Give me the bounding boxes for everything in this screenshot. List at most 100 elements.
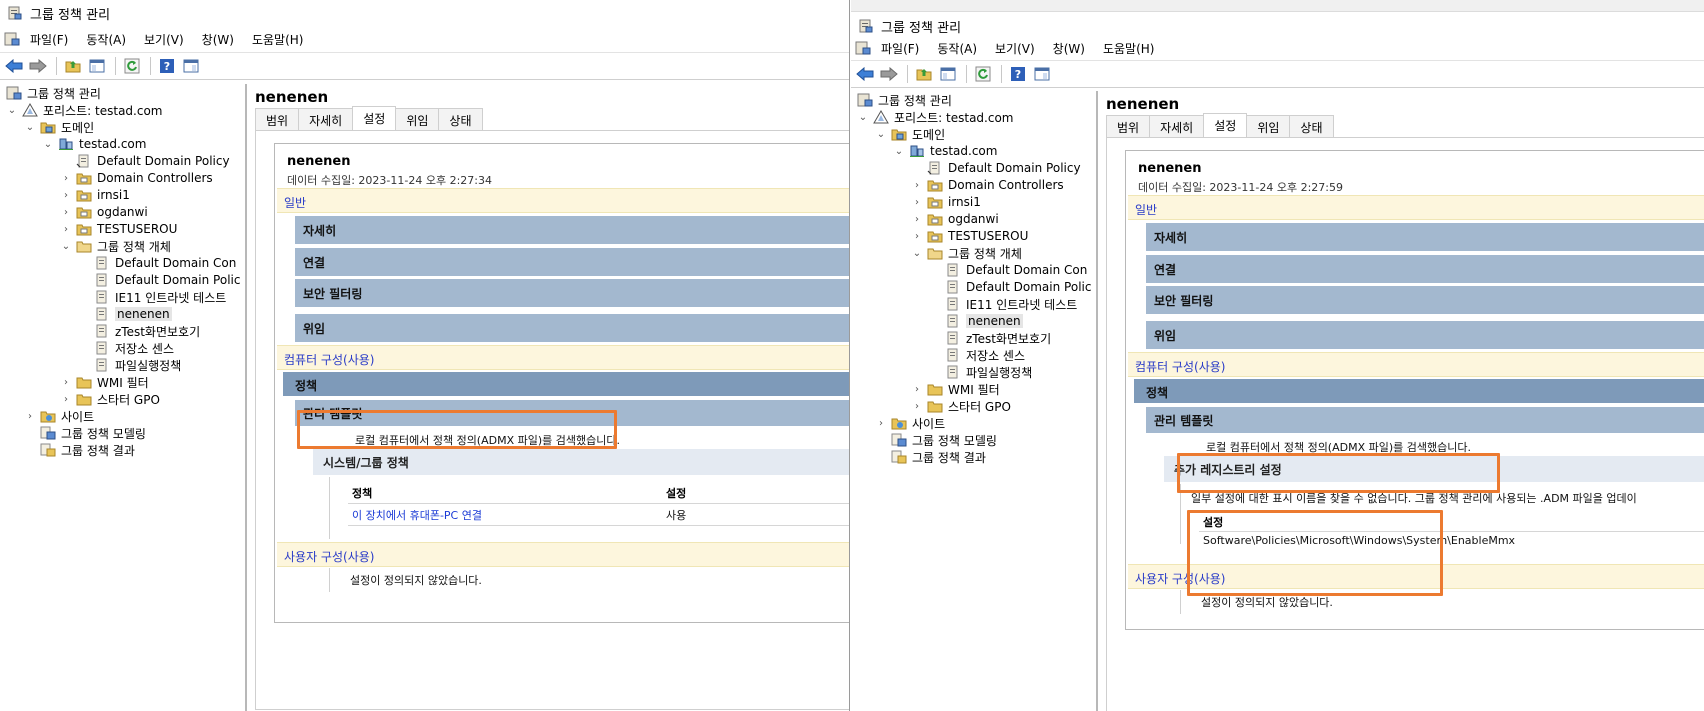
tree-results[interactable]: 그룹 정책 결과 (40, 441, 135, 459)
tab-delegation[interactable]: 위임 (395, 108, 440, 130)
menu-action[interactable]: 동작(A) (937, 40, 977, 57)
policy-link[interactable]: 이 장치에서 휴대폰-PC 연결 (352, 507, 482, 523)
tree-item-irnsi1[interactable]: › irnsi1 (911, 193, 981, 211)
tree-item-domain-controllers[interactable]: › Domain Controllers (911, 176, 1064, 194)
back-button[interactable] (855, 64, 875, 84)
back-button[interactable] (4, 56, 24, 76)
menu-help[interactable]: 도움말(H) (1103, 40, 1155, 57)
forward-button[interactable] (28, 56, 48, 76)
tab-details[interactable]: 자세히 (298, 108, 354, 130)
tab-status[interactable]: 상태 (438, 108, 483, 130)
tree-gpo-ie11[interactable]: IE11 인트라넷 테스트 (94, 288, 226, 306)
section-policies[interactable]: 정책 (283, 372, 849, 396)
tree-domain-testad[interactable]: ⌄ testad.com (893, 142, 998, 160)
expand-chevron-icon[interactable]: › (60, 190, 72, 201)
help-button[interactable]: ? (157, 56, 177, 76)
tree-gpo-nenenen[interactable]: nenenen (945, 312, 1023, 330)
tree-sites[interactable]: › 사이트 (875, 414, 945, 432)
section-subcategory[interactable]: 추가 레지스트리 설정 (1164, 456, 1704, 482)
tree-domain-testad[interactable]: ⌄ testad.com (42, 135, 147, 153)
section-user-config[interactable]: 사용자 구성(사용) (277, 542, 849, 567)
tree-gpo-default-domain-policy[interactable]: Default Domain Polic (94, 271, 240, 289)
help-button[interactable]: ? (1008, 64, 1028, 84)
collapse-chevron-icon[interactable]: ⌄ (857, 112, 869, 123)
tab-status[interactable]: 상태 (1289, 115, 1334, 137)
tree-item-default-domain-policy[interactable]: Default Domain Policy (76, 152, 230, 170)
section-delegation[interactable]: 위임 (295, 314, 849, 342)
section-security-filtering[interactable]: 보안 필터링 (295, 279, 849, 307)
refresh-button[interactable] (122, 56, 142, 76)
section-delegation[interactable]: 위임 (1146, 321, 1704, 349)
tree-domains[interactable]: ⌄ 도메인 (875, 125, 945, 143)
collapse-chevron-icon[interactable]: ⌄ (24, 122, 36, 133)
collapse-chevron-icon[interactable]: ⌄ (893, 146, 905, 157)
tree-forest[interactable]: ⌄ 포리스트: testad.com (857, 108, 1013, 126)
section-admin-templates[interactable]: 관리 템플릿 (295, 400, 849, 426)
expand-chevron-icon[interactable]: › (911, 214, 923, 225)
show-hide-tree-button[interactable] (87, 56, 107, 76)
section-admin-templates[interactable]: 관리 템플릿 (1146, 407, 1704, 433)
tree-gpo-nenenen[interactable]: nenenen (94, 305, 172, 323)
tree-results[interactable]: 그룹 정책 결과 (891, 448, 986, 466)
expand-chevron-icon[interactable]: › (911, 384, 923, 395)
section-details[interactable]: 자세히 (1146, 223, 1704, 251)
expand-chevron-icon[interactable]: › (911, 401, 923, 412)
tree-item-testuserou[interactable]: › TESTUSEROU (60, 220, 177, 238)
collapse-chevron-icon[interactable]: ⌄ (42, 139, 54, 150)
section-general[interactable]: 일반 (1128, 195, 1704, 220)
menu-window[interactable]: 창(W) (1053, 40, 1085, 57)
properties-button[interactable] (1032, 64, 1052, 84)
tree-sites[interactable]: › 사이트 (24, 407, 94, 425)
tree-modeling[interactable]: 그룹 정책 모델링 (40, 424, 146, 442)
tree-item-testuserou[interactable]: › TESTUSEROU (911, 227, 1028, 245)
tree-gpo-default-domain-con[interactable]: Default Domain Con (94, 254, 236, 272)
tree-item-irnsi1[interactable]: › irnsi1 (60, 186, 130, 204)
tree-gpo-ztest[interactable]: zTest화면보호기 (94, 322, 200, 340)
tree-forest[interactable]: ⌄ 포리스트: testad.com (6, 101, 162, 119)
tree-gpo-storage-sense[interactable]: 저장소 센스 (94, 339, 174, 357)
collapse-chevron-icon[interactable]: ⌄ (911, 248, 923, 259)
collapse-chevron-icon[interactable]: ⌄ (6, 105, 18, 116)
section-general[interactable]: 일반 (277, 188, 849, 213)
section-links[interactable]: 연결 (295, 248, 849, 276)
tree-item-ogdanwi[interactable]: › ogdanwi (60, 203, 148, 221)
expand-chevron-icon[interactable]: › (60, 224, 72, 235)
tree-domains[interactable]: ⌄ 도메인 (24, 118, 94, 136)
menu-help[interactable]: 도움말(H) (252, 31, 304, 48)
tab-settings[interactable]: 설정 (1203, 113, 1248, 137)
tree-root[interactable]: 그룹 정책 관리 (857, 91, 952, 109)
menu-file[interactable]: 파일(F) (30, 31, 68, 48)
expand-chevron-icon[interactable]: › (911, 197, 923, 208)
tree-gpo-default-domain-policy[interactable]: Default Domain Polic (945, 278, 1091, 296)
menu-file[interactable]: 파일(F) (881, 40, 919, 57)
tree-item-ogdanwi[interactable]: › ogdanwi (911, 210, 999, 228)
expand-chevron-icon[interactable]: › (875, 418, 887, 429)
tree-gpo-file-exec[interactable]: 파일실행정책 (94, 356, 181, 374)
tree-item-default-domain-policy[interactable]: Default Domain Policy (927, 159, 1081, 177)
collapse-chevron-icon[interactable]: ⌄ (875, 129, 887, 140)
menu-action[interactable]: 동작(A) (86, 31, 126, 48)
tree-gpo-ztest[interactable]: zTest화면보호기 (945, 329, 1051, 347)
tree-item-domain-controllers[interactable]: › Domain Controllers (60, 169, 213, 187)
expand-chevron-icon[interactable]: › (60, 377, 72, 388)
tree-wmi-filters[interactable]: › WMI 필터 (911, 380, 1000, 398)
collapse-chevron-icon[interactable]: ⌄ (60, 241, 72, 252)
menu-window[interactable]: 창(W) (202, 31, 234, 48)
tree-wmi-filters[interactable]: › WMI 필터 (60, 373, 149, 391)
tab-settings[interactable]: 설정 (352, 106, 397, 130)
section-computer-config[interactable]: 컴퓨터 구성(사용) (1128, 352, 1704, 377)
tree-starter-gpos[interactable]: › 스타터 GPO (911, 397, 1011, 415)
section-computer-config[interactable]: 컴퓨터 구성(사용) (277, 345, 849, 370)
expand-chevron-icon[interactable]: › (911, 180, 923, 191)
expand-chevron-icon[interactable]: › (911, 231, 923, 242)
tree-gpo-file-exec[interactable]: 파일실행정책 (945, 363, 1032, 381)
tree-root[interactable]: 그룹 정책 관리 (6, 84, 101, 102)
menu-view[interactable]: 보기(V) (995, 40, 1035, 57)
section-links[interactable]: 연결 (1146, 255, 1704, 283)
tab-scope[interactable]: 범위 (255, 108, 300, 130)
show-hide-tree-button[interactable] (938, 64, 958, 84)
tree-gpo-container[interactable]: ⌄ 그룹 정책 개체 (911, 244, 1022, 262)
expand-chevron-icon[interactable]: › (60, 173, 72, 184)
tab-details[interactable]: 자세히 (1149, 115, 1205, 137)
up-folder-button[interactable] (63, 56, 83, 76)
